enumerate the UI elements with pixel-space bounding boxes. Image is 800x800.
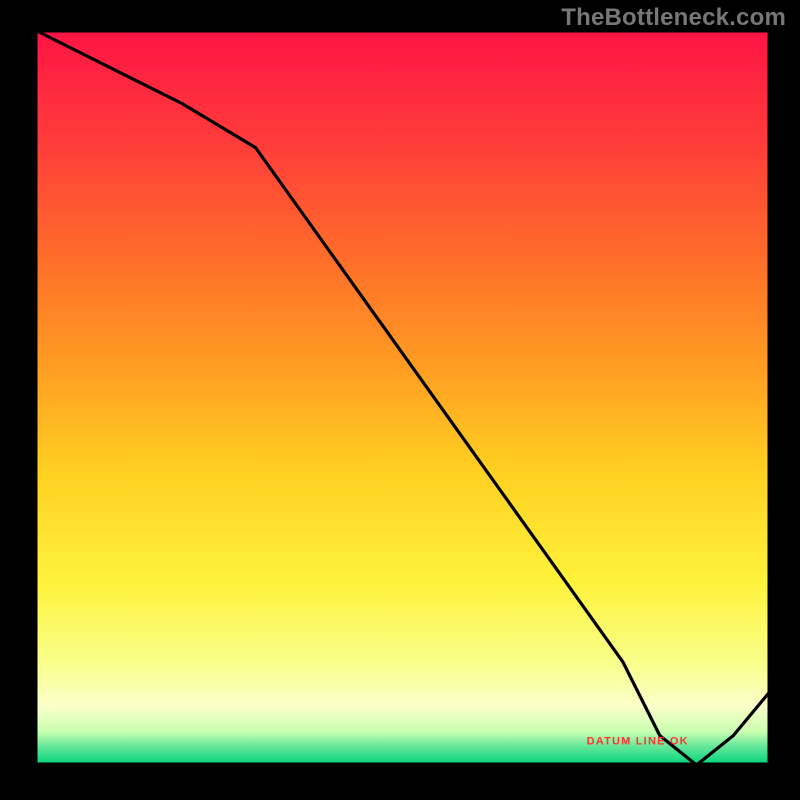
datum-label: DATUM LINE OK [587, 735, 689, 747]
chart-svg: DATUM LINE OK [0, 0, 800, 800]
chart-container: TheBottleneck.com DATUM LINE OK [0, 0, 800, 800]
plot-background [35, 30, 770, 765]
watermark-text: TheBottleneck.com [561, 4, 786, 32]
